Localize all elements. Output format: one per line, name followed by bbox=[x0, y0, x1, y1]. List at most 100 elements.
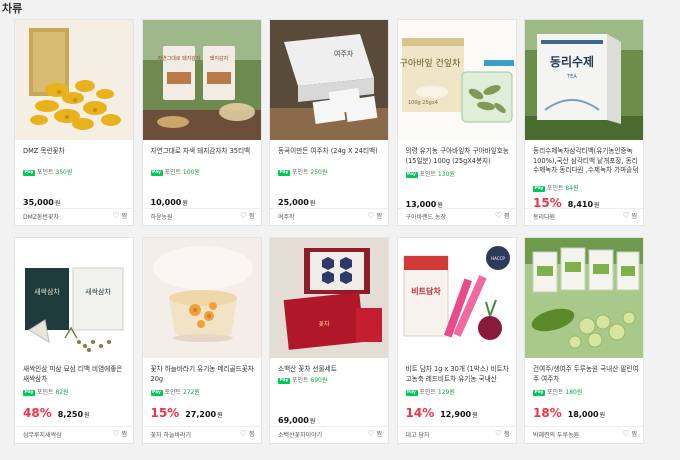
package-label: 구아바잎 건잎차 bbox=[399, 57, 461, 69]
product-image[interactable] bbox=[142, 238, 261, 358]
npay-points: Pay 포인트 272원 bbox=[150, 388, 200, 397]
points-value: 350원 bbox=[55, 169, 73, 176]
seller-name[interactable]: 삼무루지새싹삼 bbox=[23, 430, 62, 439]
npay-points: Pay 포인트 350원 bbox=[23, 168, 72, 177]
seller-name[interactable]: 박혜련의 두루농원 bbox=[533, 430, 579, 439]
price-line: 69,000원 bbox=[278, 408, 315, 427]
seller-name[interactable]: 여주작 bbox=[278, 212, 295, 221]
seller-name[interactable]: 대고 담차 bbox=[406, 430, 430, 439]
wish-button[interactable]: ♡ 찜 bbox=[240, 429, 255, 438]
wish-button[interactable]: ♡ 찜 bbox=[367, 211, 382, 220]
product-title[interactable]: 건여주/생여주 두루농원 국내산 말린여주 여주차 bbox=[533, 365, 639, 384]
product-card[interactable]: 동리수제 TEA 동리수제녹차삼각티백(유기농인증녹100%),국산 삼각티백 … bbox=[524, 19, 644, 226]
wish-button[interactable]: ♡ 찜 bbox=[622, 429, 637, 438]
product-image[interactable]: 여주차 bbox=[270, 20, 388, 140]
price-unit: 원 bbox=[599, 412, 606, 419]
product-card[interactable]: 여주차 동곡이만든 여주차 (24g X 24티백) Pay 포인트 250원 … bbox=[269, 19, 389, 226]
product-card[interactable]: 자연그대로 돼지감자 돼지감자 자연그대로 자색 돼지감자차 35티백 Pay … bbox=[141, 19, 262, 226]
price-unit: 원 bbox=[54, 200, 61, 207]
seller-name[interactable]: 구아바랜드 농장 bbox=[406, 212, 447, 221]
product-card[interactable]: 꽃차 소백산 꽃차 선물세트 Pay 포인트 690원 69,000원 소백산꽃… bbox=[269, 237, 389, 444]
product-image[interactable]: 구아바잎 건잎차 100g 25gx4 bbox=[397, 20, 516, 140]
divider bbox=[397, 426, 516, 427]
npay-points: Pay 포인트 100원 bbox=[150, 168, 200, 177]
wish-button[interactable]: ♡ 찜 bbox=[240, 211, 255, 220]
wish-button[interactable]: ♡ 찜 bbox=[112, 211, 127, 220]
npay-badge: Pay bbox=[278, 378, 290, 384]
wish-label: 찜 bbox=[121, 213, 127, 220]
price-line: 15% 27,200원 bbox=[151, 402, 223, 421]
product-card[interactable]: 비트담차 HACCP 비트 담차 1g x 30개 (1박스) 비트차 고농축 … bbox=[396, 237, 517, 444]
product-image[interactable]: 동리수제 TEA bbox=[525, 20, 643, 140]
product-title[interactable]: 꽃차 하늘바라기 유기농 메리골드꽃차 20g bbox=[151, 365, 257, 384]
wish-button[interactable]: ♡ 찜 bbox=[495, 429, 510, 438]
product-image[interactable]: 비트담차 HACCP bbox=[397, 238, 516, 358]
npay-badge: Pay bbox=[23, 390, 35, 396]
points-value: 129원 bbox=[437, 389, 455, 396]
price-value: 8,250 bbox=[57, 410, 84, 419]
product-title[interactable]: DMZ 목련꽃차 bbox=[23, 147, 129, 157]
discount-rate: 48% bbox=[23, 406, 52, 420]
product-title[interactable]: 소백산 꽃차 선물세트 bbox=[278, 365, 384, 375]
product-image[interactable]: 새싹삼차 새싹삼차 bbox=[15, 238, 133, 358]
npay-badge: Pay bbox=[23, 170, 35, 176]
package-label: 새싹삼차 bbox=[34, 287, 60, 296]
discount-rate: 14% bbox=[405, 406, 435, 420]
points-value: 250원 bbox=[310, 169, 328, 176]
package-weight: 100g 25gx4 bbox=[408, 100, 438, 106]
points-value: 690원 bbox=[310, 377, 328, 384]
price-line: 14% 12,900원 bbox=[406, 402, 478, 421]
wish-label: 찜 bbox=[376, 213, 382, 220]
wish-label: 찜 bbox=[503, 431, 510, 438]
npay-badge: Pay bbox=[150, 390, 163, 396]
divider bbox=[15, 426, 133, 427]
seller-name[interactable]: DMZ동번꽃차 bbox=[23, 212, 59, 221]
product-card[interactable]: 건여주/생여주 두루농원 국내산 말린여주 여주차 Pay 포인트 180원 1… bbox=[524, 237, 644, 444]
npay-points: Pay 포인트 82원 bbox=[23, 388, 69, 397]
product-image[interactable] bbox=[15, 20, 133, 140]
product-image[interactable]: 꽃차 bbox=[270, 238, 388, 358]
product-image[interactable] bbox=[525, 238, 643, 358]
wish-label: 찜 bbox=[121, 431, 127, 438]
wish-button[interactable]: ♡ 찜 bbox=[367, 429, 382, 438]
points-label: 포인트 bbox=[291, 169, 309, 176]
npay-points: Pay 포인트 130원 bbox=[405, 170, 455, 179]
product-section: 차류 DMZ 목련꽃차 Pay 포인트 350원 35,000원 DMZ동번꽃차… bbox=[0, 0, 680, 460]
product-title[interactable]: 자연그대로 자색 돼지감자차 35티백 bbox=[151, 147, 257, 157]
product-title[interactable]: 비트 담차 1g x 30개 (1박스) 비트차 고농축 레드비트차 유기농 국… bbox=[406, 365, 512, 384]
product-title[interactable]: 동리수제녹차삼각티백(유기농인증녹100%),국산 삼각티백 낱개포장, 동리수… bbox=[533, 147, 639, 176]
package-label: 자연그대로 돼지감자 bbox=[157, 55, 200, 62]
seller-name[interactable]: 하윤농원 bbox=[151, 212, 173, 221]
heart-icon: ♡ bbox=[622, 429, 630, 438]
points-label: 포인트 bbox=[419, 389, 436, 396]
price-value: 25,000 bbox=[278, 198, 309, 207]
price-unit: 원 bbox=[472, 412, 478, 419]
npay-points: Pay 포인트 250원 bbox=[278, 168, 327, 177]
wish-label: 찜 bbox=[503, 213, 510, 220]
npay-points: Pay 포인트 180원 bbox=[533, 388, 582, 397]
product-card[interactable]: 구아바잎 건잎차 100g 25gx4 의령 유기농 구아바잎차 구아바잎호능 … bbox=[396, 19, 517, 226]
section-title: 차류 bbox=[2, 2, 23, 15]
product-title[interactable]: 새싹인삼 미삼 묘삼 티백 비염에좋은 새싹삼차 bbox=[23, 365, 129, 384]
product-image[interactable]: 자연그대로 돼지감자 돼지감자 bbox=[142, 20, 261, 140]
seller-name[interactable]: 꽃차 하늘바라기 bbox=[151, 430, 192, 439]
wish-button[interactable]: ♡ 찜 bbox=[112, 429, 127, 438]
points-value: 84원 bbox=[565, 185, 579, 192]
product-card[interactable]: DMZ 목련꽃차 Pay 포인트 350원 35,000원 DMZ동번꽃차 ♡ … bbox=[14, 19, 134, 226]
product-title[interactable]: 동곡이만든 여주차 (24g X 24티백) bbox=[278, 147, 384, 157]
npay-points: Pay 포인트 690원 bbox=[278, 376, 327, 385]
seller-name[interactable]: 동리다원 bbox=[533, 212, 555, 221]
price-value: 12,900 bbox=[440, 410, 472, 419]
product-card[interactable]: 새싹삼차 새싹삼차 새싹인삼 미삼 묘삼 티백 비염에좋은 새싹삼차 Pay 포… bbox=[14, 237, 134, 444]
wish-button[interactable]: ♡ 찜 bbox=[495, 211, 510, 220]
seller-name[interactable]: 소백산꽃차이야기 bbox=[278, 430, 322, 439]
wish-label: 찜 bbox=[376, 431, 382, 438]
wish-button[interactable]: ♡ 찜 bbox=[622, 211, 637, 220]
price-unit: 원 bbox=[309, 200, 316, 207]
price-unit: 원 bbox=[309, 418, 316, 425]
package-label: 새싹삼차 bbox=[85, 287, 111, 296]
divider bbox=[270, 208, 388, 209]
product-card[interactable]: 꽃차 하늘바라기 유기농 메리골드꽃차 20g Pay 포인트 272원 15%… bbox=[141, 237, 262, 444]
points-label: 포인트 bbox=[291, 377, 309, 384]
product-title[interactable]: 의령 유기농 구아바잎차 구아바잎호능 (15일분) 100g (25gX4봉지… bbox=[406, 147, 512, 166]
